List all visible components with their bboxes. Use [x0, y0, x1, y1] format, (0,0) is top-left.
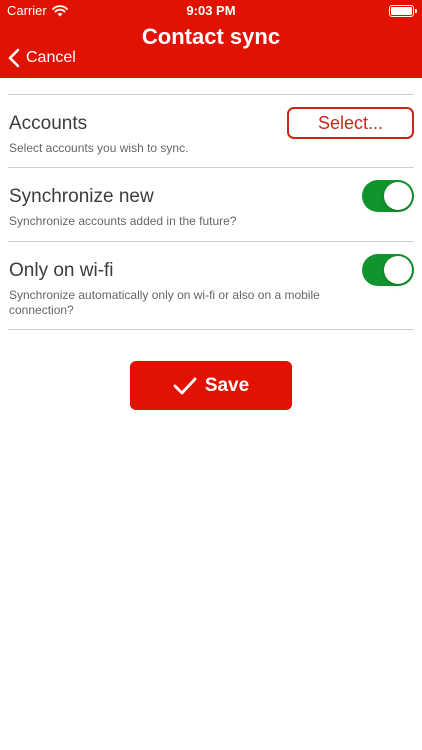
wifi-only-description: Synchronize automatically only on wi-fi … — [9, 288, 320, 317]
wifi-only-toggle[interactable] — [362, 254, 414, 286]
cancel-button[interactable]: Cancel — [8, 48, 76, 68]
save-button[interactable]: Save — [130, 361, 292, 410]
sync-new-description: Synchronize accounts added in the future… — [9, 214, 237, 228]
battery-fill — [391, 7, 412, 15]
select-accounts-button[interactable]: Select... — [287, 107, 414, 139]
top-bar: Carrier 9:03 PM Cancel Contact sync — [0, 0, 422, 78]
accounts-description: Select accounts you wish to sync. — [9, 141, 189, 155]
sync-new-label: Synchronize new — [9, 186, 154, 207]
sync-new-row: Synchronize new Synchronize accounts add… — [8, 168, 414, 241]
accounts-row: Accounts Select accounts you wish to syn… — [8, 95, 414, 167]
accounts-label: Accounts — [9, 113, 88, 134]
divider — [8, 329, 414, 330]
page-title: Contact sync — [141, 24, 281, 49]
cancel-label: Cancel — [26, 49, 76, 66]
battery-icon — [389, 5, 417, 17]
save-label: Save — [204, 374, 250, 396]
settings-list: Accounts Select accounts you wish to syn… — [8, 78, 414, 330]
battery-nub — [415, 9, 417, 13]
status-time: 9:03 PM — [186, 3, 236, 18]
checkmark-icon — [173, 377, 197, 394]
status-bar: Carrier 9:03 PM — [0, 0, 422, 22]
toggle-knob — [384, 256, 412, 284]
toggle-knob — [384, 182, 412, 210]
wifi-only-label: Only on wi-fi — [9, 260, 114, 281]
sync-new-toggle[interactable] — [362, 180, 414, 212]
wifi-only-row: Only on wi-fi Synchronize automatically … — [8, 242, 414, 329]
chevron-left-icon — [8, 48, 20, 68]
